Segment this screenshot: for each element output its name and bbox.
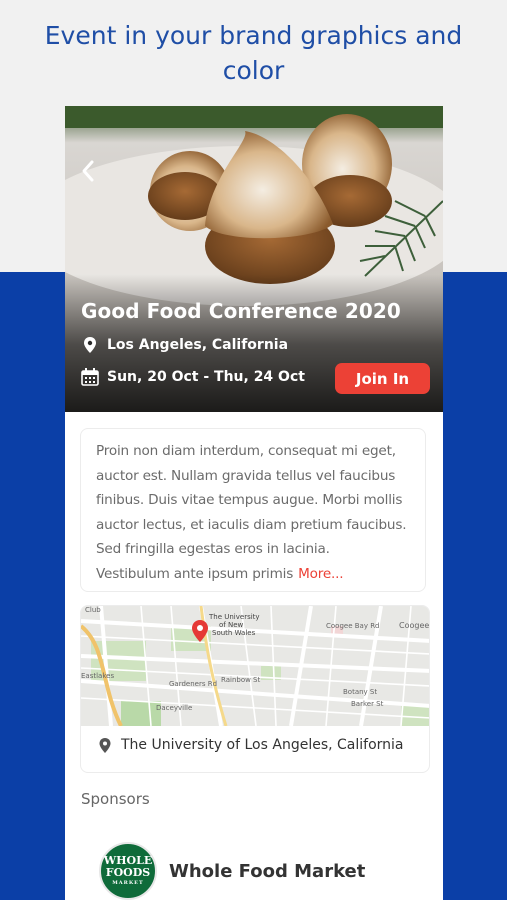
location-pin-icon [84, 337, 96, 353]
event-hero: Good Food Conference 2020 Los Angeles, C… [65, 106, 443, 412]
map-street-label: Club [85, 606, 101, 614]
location-pin-icon [99, 737, 111, 753]
calendar-icon [81, 368, 99, 386]
venue-address: The University of Los Angeles, Californi… [99, 737, 404, 753]
event-description: Proin non diam interdum, consequat mi eg… [96, 439, 418, 587]
sponsor-name: Whole Food Market [169, 860, 366, 882]
description-line: auctor lectus, et iaculis diam pretium f… [96, 516, 407, 533]
description-line-text: Vestibulum ante ipsum primis [96, 565, 294, 582]
map-marker-label: of New [219, 621, 244, 629]
more-link[interactable]: More... [298, 566, 343, 582]
map-street-label: Gardeners Rd [169, 680, 217, 688]
description-line: auctor est. Nullam gravida tellus vel fa… [96, 467, 396, 484]
event-title: Good Food Conference 2020 [81, 299, 401, 323]
join-in-button[interactable]: Join In [335, 363, 430, 394]
map-street-label: Barker St [351, 700, 384, 708]
event-location: Los Angeles, California [83, 337, 288, 353]
description-line: finibus. Duis vitae tempus augue. Morbi … [96, 492, 403, 509]
map-street-label: Eastlakes [81, 672, 114, 680]
venue-map[interactable]: Club Eastlakes Daceyville Gardeners Rd R… [81, 606, 430, 726]
event-dates: Sun, 20 Oct - Thu, 24 Oct [81, 368, 305, 386]
map-marker-label: South Wales [212, 629, 256, 637]
description-card: Proin non diam interdum, consequat mi eg… [80, 428, 426, 592]
description-line: Sed fringilla egestas eros in lacinia. [96, 541, 330, 558]
phone-screen: Good Food Conference 2020 Los Angeles, C… [65, 106, 443, 900]
logo-text: FOODS [105, 866, 151, 879]
venue-map-card[interactable]: Club Eastlakes Daceyville Gardeners Rd R… [80, 605, 430, 773]
page-headline: Event in your brand graphics and color [44, 21, 463, 85]
map-marker-label: The University [208, 613, 260, 621]
venue-address-text: The University of Los Angeles, Californi… [121, 737, 404, 753]
chevron-left-icon [82, 160, 94, 182]
event-location-text: Los Angeles, California [107, 337, 289, 353]
logo-text: MARKET [112, 880, 144, 886]
map-street-label: Coogee Bay Rd [326, 622, 380, 630]
back-button[interactable] [77, 156, 101, 186]
map-street-label: Botany St [343, 688, 377, 696]
sponsors-heading: Sponsors [81, 790, 150, 808]
map-street-label: Daceyville [156, 704, 192, 712]
map-street-label: Coogee [399, 621, 429, 630]
map-street-label: Rainbow St [221, 676, 261, 684]
sponsor-item[interactable]: WHOLE FOODS MARKET Whole Food Market [99, 842, 365, 900]
event-dates-text: Sun, 20 Oct - Thu, 24 Oct [107, 369, 305, 385]
sponsor-logo: WHOLE FOODS MARKET [99, 842, 157, 900]
description-line: Proin non diam interdum, consequat mi eg… [96, 443, 396, 459]
description-line: Vestibulum ante ipsum primis More... [96, 562, 418, 587]
